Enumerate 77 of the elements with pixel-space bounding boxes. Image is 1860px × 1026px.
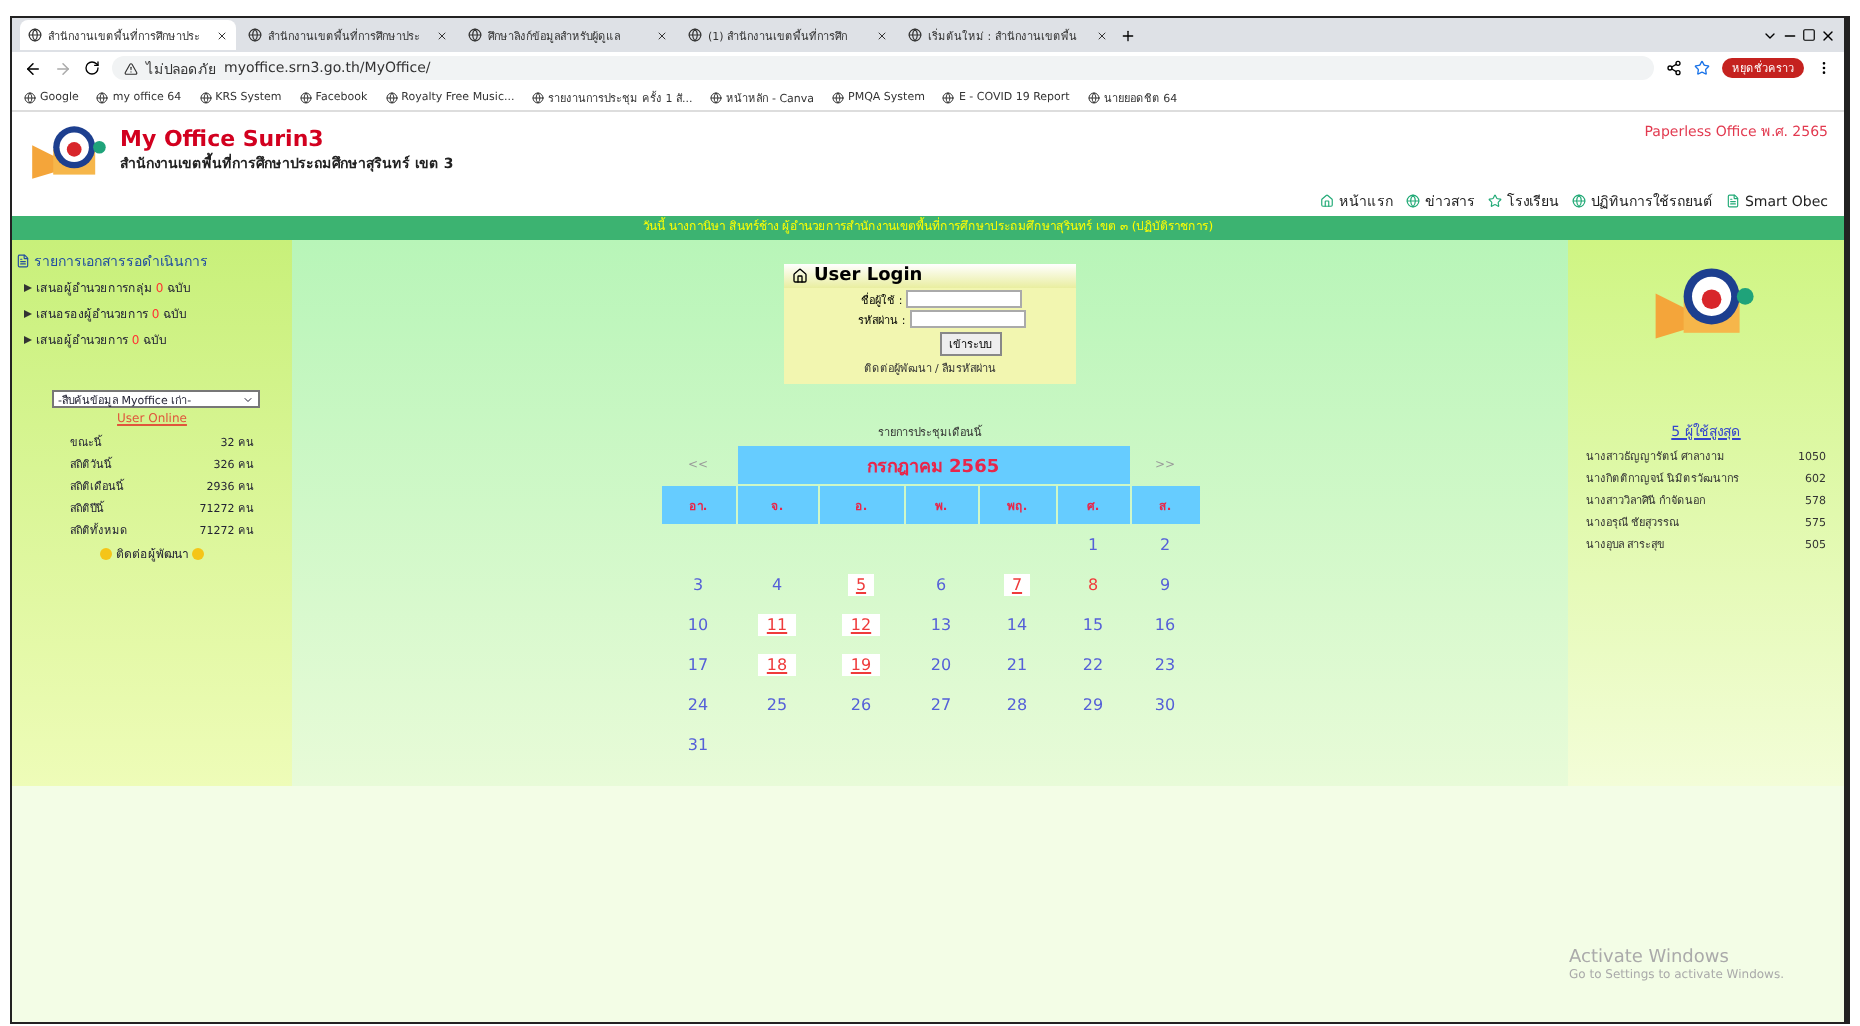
document-icon: [16, 254, 30, 268]
calendar-day: 31: [679, 734, 717, 756]
calendar-day[interactable]: 7: [1003, 574, 1031, 596]
globe-icon: [1087, 91, 1100, 103]
calendar-day: 23: [1146, 654, 1184, 676]
back-icon[interactable]: [24, 59, 42, 77]
calendar-day: 9: [1151, 574, 1179, 596]
calendar-day: 26: [842, 694, 880, 716]
calendar-day: 13: [922, 614, 960, 636]
password-field[interactable]: [909, 310, 1026, 328]
calendar-day: 16: [1146, 614, 1184, 636]
globe-icon: [96, 91, 109, 103]
globe-icon: [28, 28, 42, 42]
close-icon[interactable]: [216, 29, 228, 41]
calendar-day[interactable]: 5: [847, 574, 875, 596]
calendar-day: 14: [998, 614, 1036, 636]
close-icon[interactable]: [436, 29, 448, 41]
close-icon[interactable]: [1820, 27, 1836, 43]
globe-icon: [710, 91, 723, 103]
calendar-day: 21: [998, 654, 1036, 676]
calendar-day: 27: [922, 694, 960, 716]
bullet-icon: [24, 336, 32, 344]
globe-icon: [832, 91, 845, 103]
calendar-day: 17: [679, 654, 717, 676]
globe-icon: [908, 28, 922, 42]
globe-icon: [688, 28, 702, 42]
warning-icon: [124, 61, 138, 75]
chevron-icon: [242, 393, 254, 405]
globe-icon: [24, 91, 36, 103]
calendar-day: 24: [679, 694, 717, 716]
calendar-day: 25: [758, 694, 796, 716]
maximize-icon[interactable]: [1802, 28, 1816, 42]
globe-icon: [1572, 194, 1587, 208]
month-title: กรกฎาคม 2565: [737, 446, 1129, 484]
site-title: My Office Surin3: [120, 126, 326, 152]
house-icon: [792, 268, 808, 284]
close-icon[interactable]: [656, 29, 668, 41]
calendar-day[interactable]: 18: [758, 654, 796, 676]
calendar-day: 8: [1079, 574, 1107, 596]
star-icon: [1488, 194, 1503, 208]
calendar-day: 15: [1074, 614, 1112, 636]
calendar-day: 4: [763, 574, 791, 596]
calendar-day: 3: [684, 574, 712, 596]
bullet-icon: [24, 284, 32, 292]
calendar-day: 1: [1079, 534, 1107, 556]
globe-icon: [199, 91, 212, 103]
login-title: User Login: [814, 266, 923, 286]
calendar-day: 28: [998, 694, 1036, 716]
calendar-day: 2: [1151, 534, 1179, 556]
globe-icon: [299, 91, 312, 103]
calendar-day: 6: [927, 574, 955, 596]
reload-icon[interactable]: [84, 60, 100, 76]
logo-icon: [28, 120, 112, 183]
calendar-day: 30: [1146, 694, 1184, 716]
calendar-day: 20: [922, 654, 960, 676]
document-icon: [1726, 194, 1741, 208]
new-tab-icon[interactable]: [1120, 27, 1136, 43]
home-icon: [1320, 194, 1335, 208]
bullet-icon: [24, 310, 32, 318]
calendar-day[interactable]: 12: [842, 614, 880, 636]
calendar-day: 29: [1074, 694, 1112, 716]
globe-icon: [942, 91, 955, 103]
globe-icon: [385, 91, 398, 103]
globe-icon: [532, 91, 545, 103]
globe-icon: [468, 28, 482, 42]
activation-title: Activate Windows: [1569, 948, 1731, 968]
globe-icon: [1406, 194, 1421, 208]
calendar-day: 10: [679, 614, 717, 636]
close-icon[interactable]: [876, 29, 888, 41]
star-icon[interactable]: [1694, 60, 1710, 76]
calendar-day[interactable]: 11: [758, 614, 796, 636]
share-icon[interactable]: [1666, 60, 1682, 76]
calendar-day[interactable]: 19: [842, 654, 880, 676]
close-icon[interactable]: [1096, 29, 1108, 41]
username-field[interactable]: [906, 290, 1023, 308]
calendar-day: 22: [1074, 654, 1112, 676]
globe-icon: [248, 28, 262, 42]
